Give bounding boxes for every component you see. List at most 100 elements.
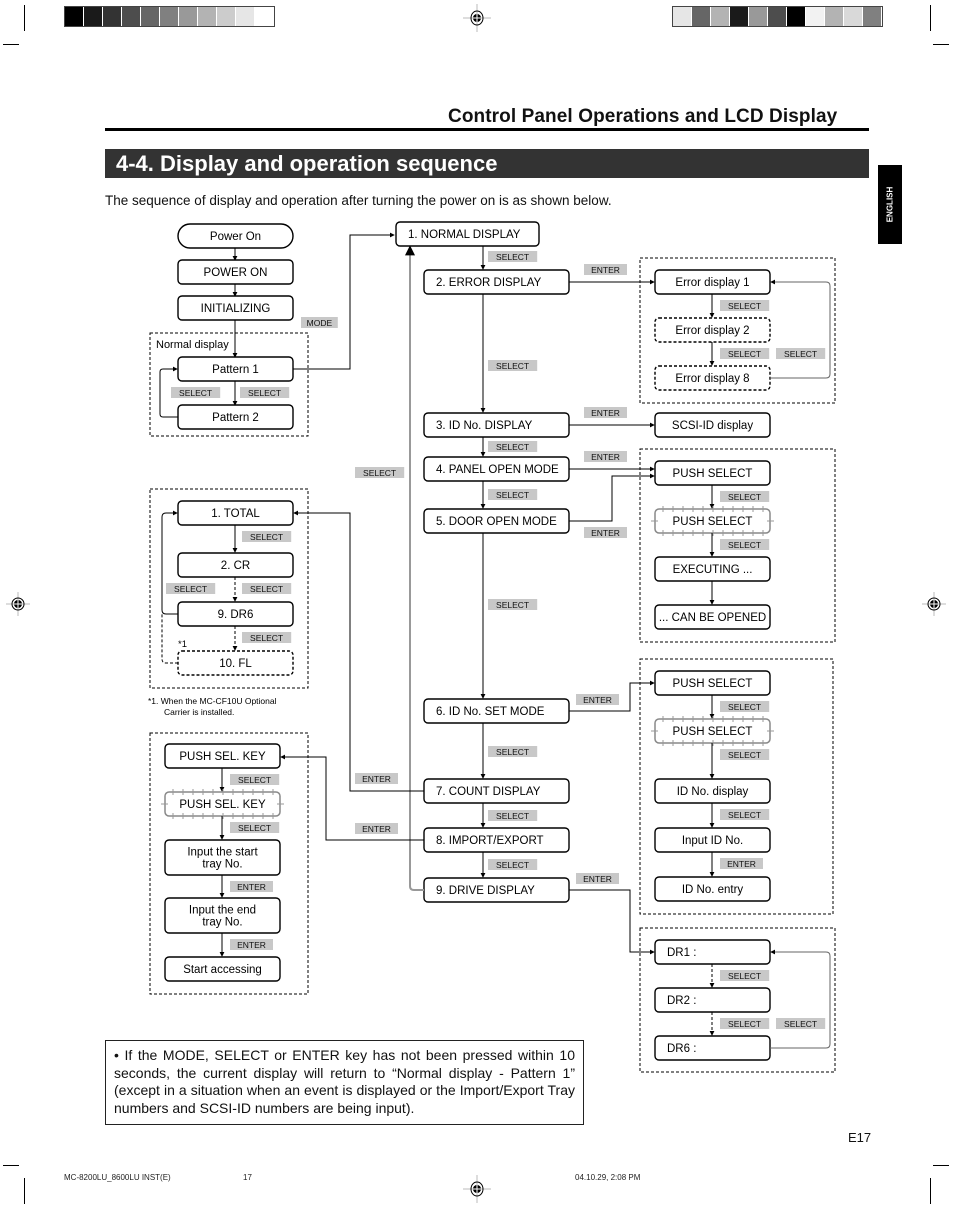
svg-text:SELECT: SELECT xyxy=(496,252,529,262)
svg-text:SELECT: SELECT xyxy=(728,492,761,502)
key-label: ENTER xyxy=(230,881,273,892)
key-label: ENTER xyxy=(576,694,619,705)
box-label: 10. FL xyxy=(219,658,252,670)
key-label: SELECT xyxy=(720,348,770,359)
flow-arrow xyxy=(569,473,655,522)
svg-text:SELECT: SELECT xyxy=(363,468,396,478)
id-push-select-box: PUSH SELECT xyxy=(654,670,771,696)
key-label: SELECT xyxy=(720,701,770,712)
power-on-box: POWER ON xyxy=(177,259,294,285)
key-label: SELECT xyxy=(488,251,538,262)
box-label: 7. COUNT DISPLAY xyxy=(436,786,541,798)
svg-text:SELECT: SELECT xyxy=(250,532,283,542)
key-label: SELECT xyxy=(720,491,770,502)
main-step-9: 9. DRIVE DISPLAY xyxy=(423,877,570,903)
push-sel-key-box: PUSH SEL. KEY xyxy=(164,743,281,769)
main-step-2: 2. ERROR DISPLAY xyxy=(423,269,570,295)
key-label: SELECT xyxy=(720,749,770,760)
initializing-box: INITIALIZING xyxy=(177,295,294,321)
box-label: DR6 : xyxy=(667,1043,696,1055)
svg-text:SELECT: SELECT xyxy=(496,860,529,870)
box-label: POWER ON xyxy=(204,267,268,279)
box-label: ID No. display xyxy=(677,786,749,798)
key-label: SELECT xyxy=(171,387,221,398)
box-label: PUSH SELECT xyxy=(673,726,753,738)
box-label: 1. NORMAL DISPLAY xyxy=(408,229,521,241)
svg-text:ENTER: ENTER xyxy=(583,695,612,705)
cr-box: 2. CR xyxy=(177,552,294,578)
key-label: SELECT xyxy=(242,583,292,594)
key-label: ENTER xyxy=(720,858,763,869)
svg-text:SELECT: SELECT xyxy=(496,747,529,757)
svg-text:SELECT: SELECT xyxy=(250,584,283,594)
box-label: Input the end xyxy=(189,905,256,917)
id-no-display-box: ID No. display xyxy=(654,778,771,804)
svg-text:ENTER: ENTER xyxy=(237,882,266,892)
pattern1-box: Pattern 1 xyxy=(177,356,294,382)
svg-text:ENTER: ENTER xyxy=(591,408,620,418)
count-loop-arrow xyxy=(161,510,178,615)
key-label: SELECT xyxy=(720,300,770,311)
import-enter-arrow xyxy=(280,754,424,841)
main-step-7: 7. COUNT DISPLAY xyxy=(423,778,570,804)
mode-key: MODE xyxy=(301,317,338,328)
box-label: ... CAN BE OPENED xyxy=(659,612,766,624)
power-on-oval-label: Power On xyxy=(210,231,261,243)
key-label: SELECT xyxy=(488,746,538,757)
svg-text:ENTER: ENTER xyxy=(237,940,266,950)
key-label: SELECT xyxy=(242,632,292,643)
box-label: 2. CR xyxy=(221,560,250,572)
svg-text:ENTER: ENTER xyxy=(583,874,612,884)
error-display-2: Error display 2 xyxy=(654,317,771,343)
box-label: 5. DOOR OPEN MODE xyxy=(436,516,557,528)
svg-text:SELECT: SELECT xyxy=(728,349,761,359)
svg-text:SELECT: SELECT xyxy=(728,971,761,981)
box-label: Error display 1 xyxy=(675,277,749,289)
error-display-8: Error display 8 xyxy=(654,365,771,391)
mode-arrow xyxy=(293,232,395,370)
total-box: 1. TOTAL xyxy=(177,500,294,526)
key-label: ENTER xyxy=(355,773,398,784)
box-label: 3. ID No. DISPLAY xyxy=(436,420,533,432)
box-label: Pattern 2 xyxy=(212,412,259,424)
svg-text:SELECT: SELECT xyxy=(728,702,761,712)
page-number: E17 xyxy=(848,1130,872,1145)
box-label: tray No. xyxy=(202,917,242,929)
key-label: ENTER xyxy=(576,873,619,884)
key-label: SELECT xyxy=(488,360,538,371)
key-label: SELECT xyxy=(488,441,538,452)
box-label: 2. ERROR DISPLAY xyxy=(436,277,542,289)
return-to-normal-arrow xyxy=(405,245,424,891)
fl-box: 10. FL xyxy=(177,650,294,676)
key-label: SELECT xyxy=(166,583,216,594)
id-push-select-blinking: PUSH SELECT xyxy=(651,716,774,746)
svg-text:ENTER: ENTER xyxy=(362,824,391,834)
push-sel-key-blinking: PUSH SEL. KEY xyxy=(161,789,284,819)
svg-text:SELECT: SELECT xyxy=(238,775,271,785)
box-label: DR2 : xyxy=(667,995,696,1007)
svg-text:ENTER: ENTER xyxy=(591,452,620,462)
svg-text:SELECT: SELECT xyxy=(728,301,761,311)
box-label: Error display 8 xyxy=(675,373,749,385)
svg-text:ENTER: ENTER xyxy=(727,859,756,869)
id-no-entry-box: ID No. entry xyxy=(654,876,771,902)
box-label: Start accessing xyxy=(183,964,262,976)
pattern2-box: Pattern 2 xyxy=(177,404,294,430)
dr1-box: DR1 : xyxy=(654,939,771,965)
svg-text:SELECT: SELECT xyxy=(784,349,817,359)
key-label: SELECT xyxy=(355,467,405,478)
main-step-4: 4. PANEL OPEN MODE xyxy=(423,456,570,482)
box-label: PUSH SELECT xyxy=(673,516,753,528)
push-select-blinking: PUSH SELECT xyxy=(651,506,774,536)
key-label: SELECT xyxy=(488,599,538,610)
box-label: Error display 2 xyxy=(675,325,749,337)
key-label: SELECT xyxy=(720,970,770,981)
svg-text:SELECT: SELECT xyxy=(248,388,281,398)
input-end-tray-box: Input the endtray No. xyxy=(164,897,281,934)
box-label: ID No. entry xyxy=(682,884,744,896)
footer-file: MC-8200LU_8600LU INST(E) xyxy=(64,1173,171,1182)
footer-timestamp: 04.10.29, 2:08 PM xyxy=(575,1173,641,1182)
key-label: SELECT xyxy=(488,489,538,500)
key-label: SELECT xyxy=(240,387,290,398)
svg-text:SELECT: SELECT xyxy=(174,584,207,594)
